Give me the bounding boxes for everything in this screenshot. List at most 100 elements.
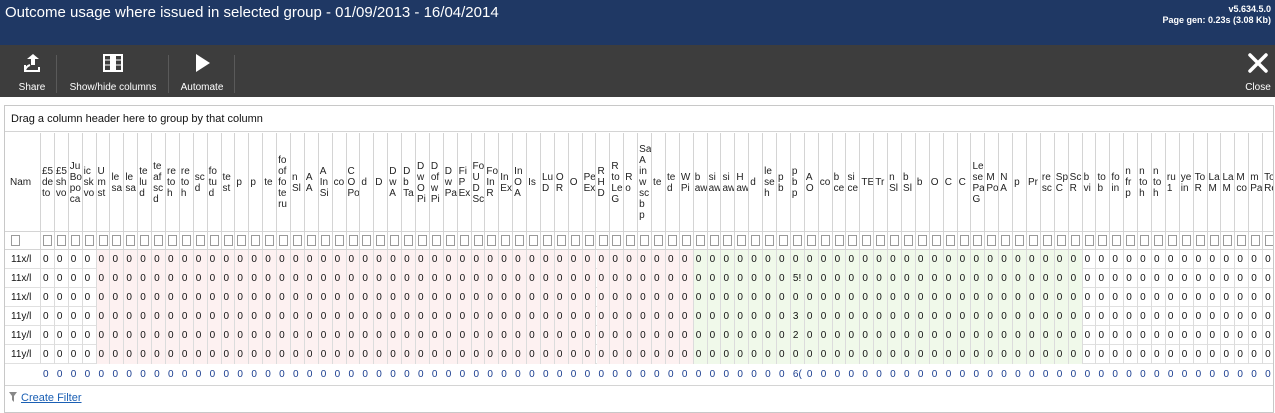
filter-input[interactable] <box>1181 235 1191 246</box>
group-by-drop-area[interactable]: Drag a column header here to group by th… <box>5 106 1273 132</box>
filter-input[interactable] <box>334 235 344 246</box>
column-filter-cell[interactable] <box>1249 232 1264 250</box>
column-header[interactable]: ru 1 <box>1166 133 1180 232</box>
column-header[interactable]: b Sl <box>902 133 916 232</box>
column-header[interactable]: La M <box>1221 133 1236 232</box>
column-header[interactable]: W Pi <box>680 133 694 232</box>
filter-input[interactable] <box>223 235 233 246</box>
column-header[interactable]: re sc <box>1041 133 1055 232</box>
column-header[interactable]: In Ex <box>499 133 514 232</box>
column-filter-cell[interactable] <box>1069 232 1083 250</box>
column-filter-cell[interactable] <box>1221 232 1236 250</box>
filter-input[interactable] <box>987 235 997 246</box>
filter-input[interactable] <box>348 235 358 246</box>
column-header[interactable]: O R <box>555 133 569 232</box>
filter-input[interactable] <box>542 235 552 246</box>
filter-input[interactable] <box>1154 235 1163 246</box>
filter-input[interactable] <box>709 235 719 246</box>
filter-input[interactable] <box>292 235 302 246</box>
table-row[interactable]: 11x/l 0 0 0 0 0 0 0 0 0 0 0 0 0 0 0 0 0 0 0 0 0 0 0 0 0 0 0 0 0 0 0 0 0 0 0… <box>5 269 1273 288</box>
column-header[interactable]: te st <box>222 133 236 232</box>
column-filter-cell[interactable] <box>1208 232 1222 250</box>
column-header[interactable]: re to h <box>180 133 194 232</box>
column-filter-cell[interactable] <box>652 232 666 250</box>
filter-input[interactable] <box>279 235 289 246</box>
column-header[interactable]: D w Pa <box>444 133 458 232</box>
column-header[interactable]: Pe Ex <box>583 133 597 232</box>
column-filter-cell[interactable] <box>860 232 875 250</box>
column-header[interactable]: te d <box>666 133 680 232</box>
column-filter-cell[interactable] <box>694 232 708 250</box>
filter-input[interactable] <box>1195 235 1205 246</box>
column-header[interactable]: te lu d <box>138 133 153 232</box>
column-filter-cell[interactable] <box>83 232 97 250</box>
column-filter-cell[interactable] <box>138 232 153 250</box>
column-filter-cell[interactable] <box>485 232 500 250</box>
column-header[interactable]: b ce <box>833 133 847 232</box>
column-filter-cell[interactable] <box>1152 232 1166 250</box>
filter-input[interactable] <box>1084 235 1094 246</box>
filter-input[interactable] <box>1029 235 1039 246</box>
column-header[interactable]: Is <box>527 133 541 232</box>
column-header[interactable]: A A <box>305 133 319 232</box>
filter-input[interactable] <box>1237 235 1247 246</box>
filter-input[interactable] <box>1015 235 1025 246</box>
column-header[interactable]: R to Le G <box>610 133 625 232</box>
column-filter-cell[interactable] <box>971 232 986 250</box>
filter-input[interactable] <box>667 235 677 246</box>
column-header[interactable]: Ju Bo po ca <box>69 133 83 232</box>
filter-input[interactable] <box>1001 235 1011 246</box>
filter-input[interactable] <box>362 235 372 246</box>
filter-input[interactable] <box>181 235 191 246</box>
table-row[interactable]: 11y/l 0 0 0 0 0 0 0 0 0 0 0 0 0 0 0 0 0 0 0 0 0 0 0 0 0 0 0 0 0 0 0 0 0 0 0… <box>5 326 1273 345</box>
column-header[interactable]: C <box>958 133 972 232</box>
filter-input[interactable] <box>265 235 275 246</box>
column-header[interactable]: A O <box>805 133 819 232</box>
column-filter-cell[interactable] <box>708 232 722 250</box>
column-filter-cell[interactable] <box>222 232 236 250</box>
column-header[interactable]: te af sc d <box>152 133 166 232</box>
column-header[interactable]: le se h <box>763 133 778 232</box>
column-filter-cell[interactable] <box>930 232 944 250</box>
filter-input[interactable] <box>792 235 802 246</box>
filter-input[interactable] <box>1070 235 1080 246</box>
column-header[interactable]: Le se Pa G <box>971 133 986 232</box>
filter-input[interactable] <box>195 235 205 246</box>
filter-input[interactable] <box>584 235 594 246</box>
filter-input[interactable] <box>876 235 886 246</box>
column-filter-cell[interactable] <box>638 232 653 250</box>
column-header[interactable]: co <box>333 133 347 232</box>
column-filter-cell[interactable] <box>305 232 319 250</box>
column-filter-cell[interactable] <box>194 232 208 250</box>
column-header[interactable]: C O Po <box>347 133 361 232</box>
column-header[interactable]: fo in <box>1110 133 1125 232</box>
column-header[interactable]: Sp C <box>1055 133 1069 232</box>
filter-input[interactable] <box>640 235 650 246</box>
column-filter-cell[interactable] <box>1235 232 1250 250</box>
column-header[interactable]: O <box>569 133 583 232</box>
filter-input[interactable] <box>1126 235 1136 246</box>
column-filter-cell[interactable] <box>41 232 55 250</box>
filter-input[interactable] <box>140 235 150 246</box>
column-header[interactable]: TE <box>860 133 875 232</box>
column-header[interactable]: fo of fo te ru <box>277 133 291 232</box>
column-filter-cell[interactable] <box>1110 232 1125 250</box>
filter-input[interactable] <box>154 235 164 246</box>
column-filter-cell[interactable] <box>555 232 569 250</box>
column-filter-cell[interactable] <box>958 232 972 250</box>
column-header[interactable]: Pr <box>1027 133 1041 232</box>
column-filter-cell[interactable] <box>55 232 69 250</box>
column-header[interactable]: C <box>944 133 958 232</box>
column-filter-cell[interactable] <box>180 232 194 250</box>
filter-input[interactable] <box>751 235 761 246</box>
filter-input[interactable] <box>654 235 664 246</box>
column-filter-cell[interactable] <box>805 232 819 250</box>
column-filter-cell[interactable] <box>944 232 958 250</box>
filter-input[interactable] <box>251 235 261 246</box>
column-filter-cell[interactable] <box>791 232 805 250</box>
column-header[interactable]: b aw <box>694 133 708 232</box>
column-filter-cell[interactable] <box>1041 232 1055 250</box>
filter-input[interactable] <box>11 235 20 246</box>
filter-input[interactable] <box>237 235 247 246</box>
table-row[interactable]: 11y/l 0 0 0 0 0 0 0 0 0 0 0 0 0 0 0 0 0 0 0 0 0 0 0 0 0 0 0 0 0 0 0 0 0 0 0… <box>5 345 1273 364</box>
